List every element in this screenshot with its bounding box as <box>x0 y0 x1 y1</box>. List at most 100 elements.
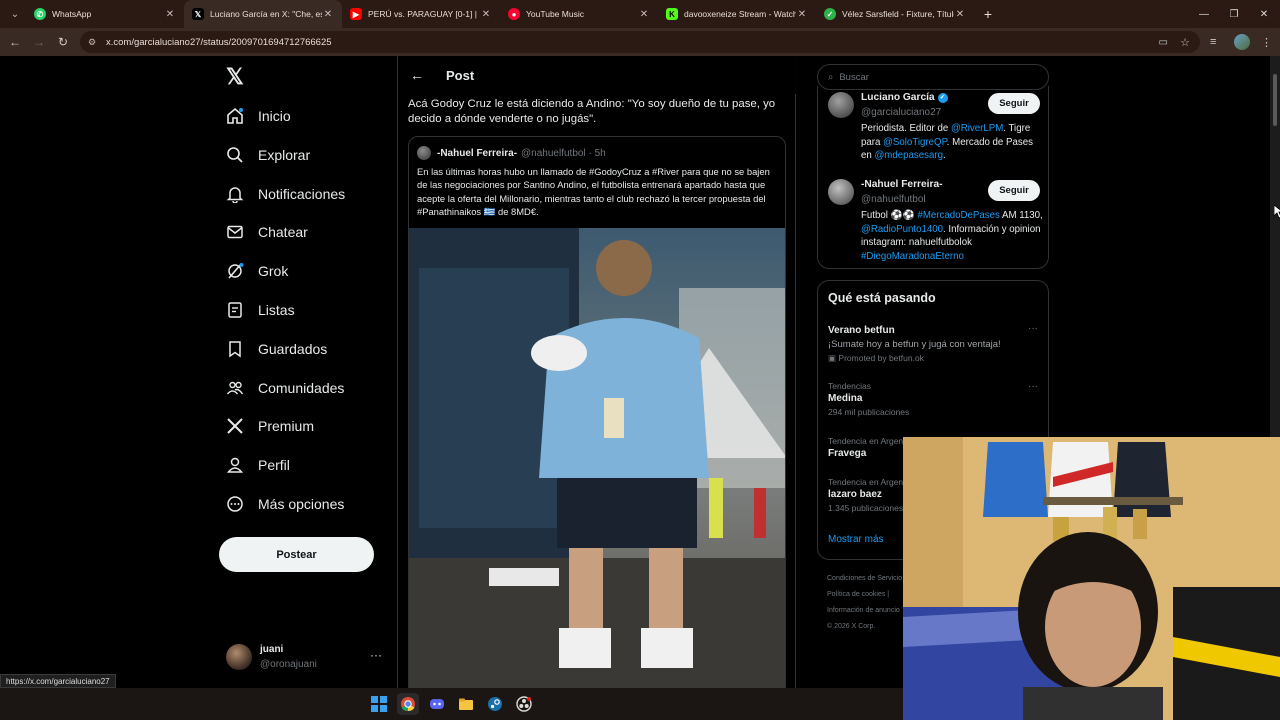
minimize-button[interactable]: — <box>1188 0 1220 28</box>
more-dots-icon[interactable]: ··· <box>1028 381 1038 392</box>
shield-check-icon: ✓ <box>824 8 836 20</box>
sidebar-item-listas[interactable]: Listas <box>226 295 295 325</box>
follow-button[interactable]: Seguir <box>988 180 1040 201</box>
quoted-author-handle: @nahuelfutbol <box>521 147 586 159</box>
site-info-icon[interactable]: ⚙ <box>88 37 100 48</box>
follow-button[interactable]: Seguir <box>988 93 1040 114</box>
search-icon <box>226 146 244 164</box>
grok-icon <box>226 262 244 280</box>
relevant-people-box: Luciano García ✓ @garcialuciano27 Seguir … <box>817 86 1049 269</box>
browser-menu-icon[interactable]: ⋮ <box>1261 28 1272 56</box>
sidebar-item-premium[interactable]: Premium <box>226 411 314 441</box>
bio-link[interactable]: @mdepasesarg <box>874 150 943 161</box>
whatsapp-icon: ✆ <box>34 8 46 20</box>
list-icon <box>226 301 244 319</box>
reload-button[interactable]: ↻ <box>51 35 75 49</box>
bio-link[interactable]: #DiegoMaradonaEterno <box>861 251 964 262</box>
verified-badge-icon: ✓ <box>937 93 948 103</box>
trend-item[interactable]: Tendencias Medina 294 mil publicaciones … <box>828 381 1040 417</box>
quoted-tweet[interactable]: -Nahuel Ferreira- @nahuelfutbol · 5h En … <box>408 136 786 688</box>
sidebar-item-perfil[interactable]: Perfil <box>226 450 290 480</box>
scroll-thumb[interactable] <box>1273 74 1277 126</box>
close-tab-icon[interactable]: ✕ <box>322 9 334 20</box>
tweet-text-body: Acá Godoy Cruz le está diciendo a Andino… <box>408 98 776 125</box>
install-app-icon[interactable]: ▭ <box>1159 37 1168 48</box>
chrome-icon[interactable] <box>397 693 419 715</box>
browser-tab[interactable]: ✆ WhatsApp ✕ <box>26 0 184 28</box>
close-tab-icon[interactable]: ✕ <box>480 9 492 20</box>
browser-tab[interactable]: ● YouTube Music ✕ <box>500 0 658 28</box>
user-name[interactable]: -Nahuel Ferreira- <box>861 179 943 190</box>
browser-tab[interactable]: 𝕏 Luciano García en X: "Che, esto ✕ <box>184 0 342 28</box>
user-handle: @nahuelfutbol <box>861 194 926 205</box>
restore-button[interactable]: ❐ <box>1218 0 1250 28</box>
quoted-tweet-photo[interactable] <box>409 228 785 688</box>
avatar[interactable] <box>828 92 854 118</box>
people-icon <box>226 379 244 397</box>
sidebar-item-label: Chatear <box>258 224 308 240</box>
file-explorer-icon[interactable] <box>455 693 477 715</box>
quoted-tweet-header: -Nahuel Ferreira- @nahuelfutbol · 5h <box>417 145 606 161</box>
sidebar-item-guardados[interactable]: Guardados <box>226 334 327 364</box>
windows-taskbar <box>0 688 903 720</box>
trend-item[interactable]: Verano betfun ¡Sumate hoy a betfun y jug… <box>828 323 1040 364</box>
search-input[interactable]: ⌕ Buscar <box>817 64 1049 90</box>
steam-icon[interactable] <box>484 693 506 715</box>
post-button[interactable]: Postear <box>219 537 374 572</box>
status-bar-url: https://x.com/garcialuciano27 <box>0 674 116 688</box>
browser-tab[interactable]: ✓ Vélez Sarsfield - Fixture, Títulos ✕ <box>816 0 974 28</box>
sidebar-item-grok[interactable]: Grok <box>226 256 288 286</box>
back-button[interactable]: ← <box>3 35 27 49</box>
address-bar[interactable]: ⚙ x.com/garcialuciano27/status/200970169… <box>80 31 1200 53</box>
sidebar-item-notificaciones[interactable]: Notificaciones <box>226 179 345 209</box>
sidebar-item-inicio[interactable]: Inicio <box>226 101 291 131</box>
media-control-icon[interactable]: ≡ <box>1210 28 1216 56</box>
obs-icon[interactable] <box>513 693 535 715</box>
user-handle: @garcialuciano27 <box>861 107 942 118</box>
sidebar-item-explorar[interactable]: Explorar <box>226 140 310 170</box>
trends-title: Qué está pasando <box>828 291 936 305</box>
quoted-timestamp: 5h <box>594 147 606 159</box>
close-tab-icon[interactable]: ✕ <box>796 9 808 20</box>
back-arrow-icon[interactable]: ← <box>410 67 424 83</box>
windows-start-icon[interactable] <box>368 693 390 715</box>
bio-link[interactable]: #MercadoDePases <box>917 210 999 221</box>
close-tab-icon[interactable]: ✕ <box>954 9 966 20</box>
sidebar-item-label: Listas <box>258 302 295 318</box>
sidebar-item-comunidades[interactable]: Comunidades <box>226 373 344 403</box>
discord-icon[interactable] <box>426 693 448 715</box>
show-more-link[interactable]: Mostrar más <box>828 534 884 545</box>
account-name: juani <box>260 644 284 655</box>
close-tab-icon[interactable]: ✕ <box>164 9 176 20</box>
account-switcher[interactable]: juani @oronajuani ··· <box>226 642 386 676</box>
browser-tab-bar: ⌄ ✆ WhatsApp ✕ 𝕏 Luciano García en X: "Che, … <box>0 0 1280 28</box>
new-tab-button[interactable]: + <box>978 6 998 22</box>
x-logo-icon[interactable]: 𝕏 <box>226 64 252 90</box>
quoted-author-name: -Nahuel Ferreira- <box>437 147 518 159</box>
tab-search-button[interactable]: ⌄ <box>4 4 26 24</box>
profile-button[interactable] <box>1234 28 1250 56</box>
bio-link[interactable]: @RadioPunto1400 <box>861 224 943 235</box>
bookmark-star-icon[interactable]: ☆ <box>1180 36 1190 49</box>
avatar <box>417 146 431 160</box>
close-window-button[interactable]: ✕ <box>1248 0 1280 28</box>
browser-tab[interactable]: ▶ PERÚ vs. PARAGUAY [0-1] | RES✕ <box>342 0 500 28</box>
left-sidebar: 𝕏 Inicio Explorar Notificaciones Chatear Gro… <box>218 56 388 688</box>
mail-icon <box>226 223 244 241</box>
bell-icon <box>226 185 244 203</box>
browser-tab[interactable]: Kdavooxeneize Stream - Watch ✕ <box>658 0 816 28</box>
sidebar-item-chatear[interactable]: Chatear <box>226 217 308 247</box>
more-dots-icon[interactable]: ··· <box>1028 323 1038 334</box>
bio-link[interactable]: @SoloTigreQP <box>883 137 947 148</box>
separator-dot: · <box>585 147 595 159</box>
quoted-tweet-text: En las últimas horas hubo un llamado de … <box>417 166 770 217</box>
bio-link[interactable]: @RiverLPM <box>951 123 1003 134</box>
close-tab-icon[interactable]: ✕ <box>638 9 650 20</box>
page-title: Post <box>446 67 475 83</box>
user-name[interactable]: Luciano García ✓ <box>861 92 948 103</box>
sidebar-item-label: Guardados <box>258 341 328 357</box>
more-dots-icon[interactable]: ··· <box>370 648 382 662</box>
forward-button[interactable]: → <box>27 35 51 49</box>
sidebar-item-m-s-opciones[interactable]: Más opciones <box>226 489 344 519</box>
avatar[interactable] <box>828 179 854 205</box>
